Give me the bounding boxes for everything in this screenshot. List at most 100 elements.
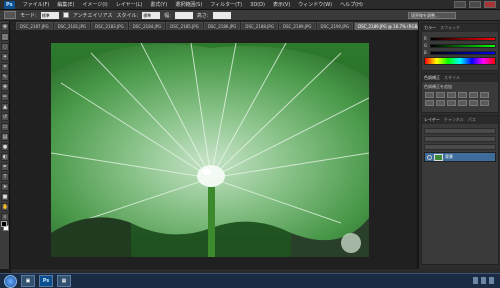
exposure-icon[interactable] bbox=[458, 92, 467, 98]
gradient-tool-icon[interactable]: ▤ bbox=[1, 133, 9, 141]
width-field[interactable] bbox=[174, 11, 193, 19]
path-select-tool-icon[interactable]: ➤ bbox=[1, 183, 9, 191]
mode-select[interactable]: 標準 bbox=[40, 11, 59, 19]
volume-icon[interactable] bbox=[481, 277, 486, 284]
hand-tool-icon[interactable]: ✋ bbox=[1, 203, 9, 211]
visibility-eye-icon[interactable] bbox=[427, 154, 432, 160]
hue-saturation-icon[interactable] bbox=[480, 92, 489, 98]
menu-view[interactable]: 表示(V) bbox=[273, 1, 290, 8]
doc-tab[interactable]: DSC_2189.JPG bbox=[278, 22, 316, 30]
blur-tool-icon[interactable]: ● bbox=[1, 143, 9, 151]
quick-select-tool-icon[interactable]: ✦ bbox=[1, 53, 9, 61]
lock-bar[interactable] bbox=[424, 144, 496, 150]
tool-preset-picker[interactable] bbox=[4, 11, 16, 19]
maximize-button[interactable] bbox=[469, 1, 481, 8]
red-slider[interactable] bbox=[430, 36, 496, 41]
blue-slider[interactable] bbox=[430, 50, 496, 55]
anti-alias-checkbox[interactable] bbox=[62, 12, 69, 18]
height-field[interactable] bbox=[212, 11, 231, 19]
curves-icon[interactable] bbox=[447, 92, 456, 98]
lasso-tool-icon[interactable]: ◌ bbox=[1, 43, 9, 51]
dodge-tool-icon[interactable]: ◐ bbox=[1, 153, 9, 161]
doc-tab[interactable]: DSC_2186.JPG bbox=[203, 22, 241, 30]
pen-tool-icon[interactable]: ✒ bbox=[1, 163, 9, 171]
menu-help[interactable]: ヘルプ(H) bbox=[340, 1, 363, 8]
clone-stamp-tool-icon[interactable]: ▲ bbox=[1, 103, 9, 111]
doc-tab[interactable]: DSC_2188.JPG bbox=[241, 22, 278, 30]
menu-type[interactable]: 書式(Y) bbox=[150, 1, 167, 8]
color-balance-icon[interactable] bbox=[425, 100, 434, 106]
canvas-area[interactable] bbox=[11, 30, 416, 268]
history-brush-tool-icon[interactable]: ↺ bbox=[1, 113, 9, 121]
refine-edge-button[interactable]: 境界線を調整... bbox=[408, 12, 456, 19]
crop-tool-icon[interactable]: ⌗ bbox=[1, 63, 9, 71]
width-label: 幅: bbox=[164, 12, 171, 19]
healing-tool-icon[interactable]: ✚ bbox=[1, 83, 9, 91]
system-tray bbox=[473, 277, 494, 284]
menu-edit[interactable]: 編集(E) bbox=[57, 1, 74, 8]
layers-panel: レイヤー チャンネル パス 背景 bbox=[421, 115, 499, 265]
layer-filter-bar[interactable] bbox=[424, 128, 496, 134]
adjustment-icons bbox=[422, 92, 498, 109]
adjustments-title: 色調補正を追加 bbox=[424, 84, 452, 89]
green-slider[interactable] bbox=[430, 43, 496, 48]
foreground-color-swatch[interactable] bbox=[1, 221, 7, 227]
layers-panel-tabs: レイヤー チャンネル パス bbox=[422, 116, 498, 124]
tab-styles[interactable]: スタイル bbox=[444, 75, 460, 81]
lotus-leaf-photo bbox=[51, 43, 369, 257]
invert-icon[interactable] bbox=[480, 100, 489, 106]
doc-tab[interactable]: DSC_2181.JPG bbox=[53, 22, 91, 30]
tab-adjustments[interactable]: 色調補正 bbox=[424, 75, 440, 81]
menu-layer[interactable]: レイヤー(L) bbox=[116, 1, 143, 8]
tab-layers[interactable]: レイヤー bbox=[424, 117, 440, 123]
blend-mode-bar[interactable] bbox=[424, 136, 496, 142]
brightness-icon[interactable] bbox=[425, 92, 434, 98]
marquee-tool-icon[interactable]: ⬚ bbox=[1, 33, 9, 41]
doc-tab[interactable]: DSC_2184.JPG bbox=[128, 22, 166, 30]
doc-tab[interactable]: DSC_2185.JPG bbox=[166, 22, 203, 30]
adjust-panel-tabs: 色調補正 スタイル bbox=[422, 74, 498, 82]
flag-icon[interactable] bbox=[489, 277, 494, 284]
shape-tool-icon[interactable]: ■ bbox=[1, 193, 9, 201]
eraser-tool-icon[interactable]: ▭ bbox=[1, 123, 9, 131]
zoom-tool-icon[interactable]: ⌕ bbox=[1, 213, 9, 221]
menu-window[interactable]: ウィンドウ(W) bbox=[298, 1, 332, 8]
green-row: G bbox=[424, 43, 496, 48]
app-task-icon[interactable]: ▦ bbox=[57, 275, 71, 287]
tab-color[interactable]: カラー bbox=[424, 25, 436, 31]
document-image[interactable] bbox=[51, 43, 369, 257]
doc-tab[interactable]: DSC_2190.JPG bbox=[316, 22, 354, 30]
brush-tool-icon[interactable]: ✏ bbox=[1, 93, 9, 101]
menu-3d[interactable]: 3D(D) bbox=[250, 2, 265, 8]
tab-paths[interactable]: パス bbox=[468, 117, 476, 123]
color-lookup-icon[interactable] bbox=[469, 100, 478, 106]
network-icon[interactable] bbox=[473, 277, 478, 284]
channel-mixer-icon[interactable] bbox=[458, 100, 467, 106]
tab-swatches[interactable]: スウォッチ bbox=[440, 25, 460, 31]
start-button[interactable] bbox=[4, 274, 17, 288]
doc-tab[interactable]: DSC_2187.JPG bbox=[16, 22, 53, 30]
doc-tab[interactable]: DSC_2183.JPG bbox=[91, 22, 128, 30]
menu-file[interactable]: ファイル(F) bbox=[23, 1, 50, 8]
color-spectrum[interactable] bbox=[424, 57, 496, 65]
levels-icon[interactable] bbox=[436, 92, 445, 98]
layer-row-background[interactable]: 背景 bbox=[424, 152, 496, 162]
type-tool-icon[interactable]: T bbox=[1, 173, 9, 181]
explorer-task-icon[interactable]: ▣ bbox=[21, 275, 35, 287]
style-select[interactable]: 標準 bbox=[142, 11, 161, 19]
eyedropper-tool-icon[interactable]: ✎ bbox=[1, 73, 9, 81]
menu-select[interactable]: 選択範囲(S) bbox=[175, 1, 202, 8]
vibrance-icon[interactable] bbox=[469, 92, 478, 98]
menu-filter[interactable]: フィルター(T) bbox=[210, 1, 242, 8]
menu-image[interactable]: イメージ(I) bbox=[82, 1, 107, 8]
black-white-icon[interactable] bbox=[436, 100, 445, 106]
tab-channels[interactable]: チャンネル bbox=[444, 117, 464, 123]
style-label: スタイル: bbox=[116, 12, 139, 19]
close-button[interactable] bbox=[484, 1, 496, 8]
color-swatches[interactable] bbox=[1, 221, 9, 233]
minimize-button[interactable] bbox=[454, 1, 466, 8]
photoshop-task-icon[interactable]: Ps bbox=[39, 275, 53, 287]
photo-filter-icon[interactable] bbox=[447, 100, 456, 106]
move-tool-icon[interactable]: ✥ bbox=[1, 23, 9, 31]
mode-label: モード: bbox=[20, 12, 37, 19]
